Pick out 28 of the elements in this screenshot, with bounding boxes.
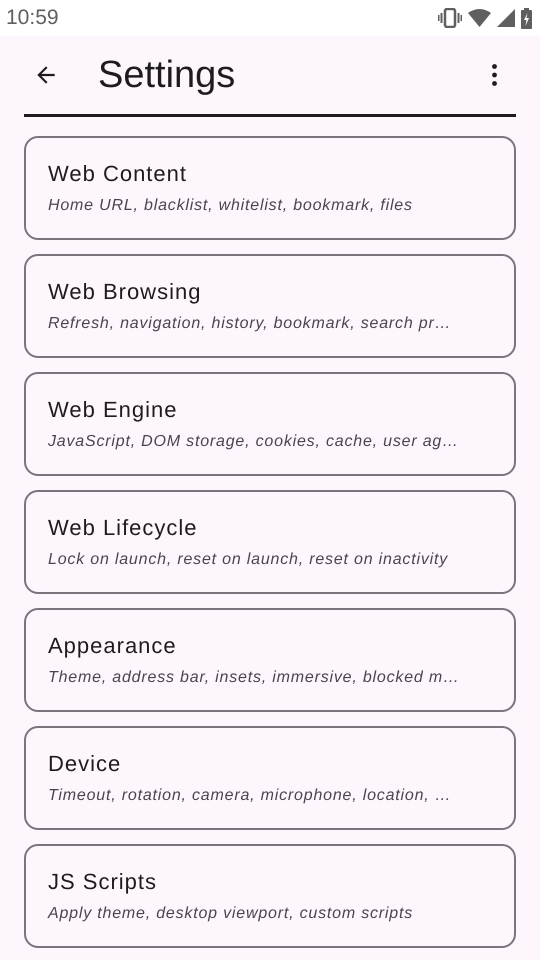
category-title: Web Engine <box>48 397 178 423</box>
settings-category[interactable]: Device Timeout, rotation, camera, microphone, location, … <box>24 726 516 830</box>
category-title: Web Browsing <box>48 279 202 305</box>
settings-category[interactable]: Web Content Home URL, blacklist, whitelist, bookmark, files <box>24 136 516 240</box>
category-summary: Theme, address bar, insets, immersive, blocked m… <box>48 669 460 687</box>
category-title: JS Scripts <box>48 869 158 895</box>
category-title: Device <box>48 751 122 777</box>
wifi-icon <box>468 9 491 27</box>
category-summary: Home URL, blacklist, whitelist, bookmark, files <box>48 197 413 215</box>
category-title: Web Content <box>48 161 188 187</box>
settings-category[interactable]: Web Browsing Refresh, navigation, history, bookmark, search pr… <box>24 254 516 358</box>
category-summary: Refresh, navigation, history, bookmark, search pr… <box>48 315 452 333</box>
settings-category[interactable]: Web Engine JavaScript, DOM storage, cookies, cache, user ag… <box>24 372 516 476</box>
settings-category[interactable]: JS Scripts Apply theme, desktop viewport, custom scripts <box>24 844 516 948</box>
signal-icon <box>497 9 515 27</box>
more-options-icon <box>492 64 496 86</box>
status-time: 10:59 <box>6 6 59 30</box>
settings-category[interactable]: Web Lifecycle Lock on launch, reset on launch, reset on inactivity <box>24 490 516 594</box>
vibrate-icon <box>438 8 462 28</box>
category-summary: Lock on launch, reset on launch, reset on inactivity <box>48 551 448 569</box>
category-summary: JavaScript, DOM storage, cookies, cache, user ag… <box>48 433 459 451</box>
category-title: Web Lifecycle <box>48 515 198 541</box>
category-summary: Apply theme, desktop viewport, custom scripts <box>48 905 414 923</box>
category-summary: Timeout, rotation, camera, microphone, location, … <box>48 787 452 805</box>
category-title: Appearance <box>48 633 177 659</box>
screen-title: Settings <box>98 54 236 96</box>
settings-category[interactable]: Appearance Theme, address bar, insets, immersive, blocked m… <box>24 608 516 712</box>
battery-icon <box>521 8 532 28</box>
